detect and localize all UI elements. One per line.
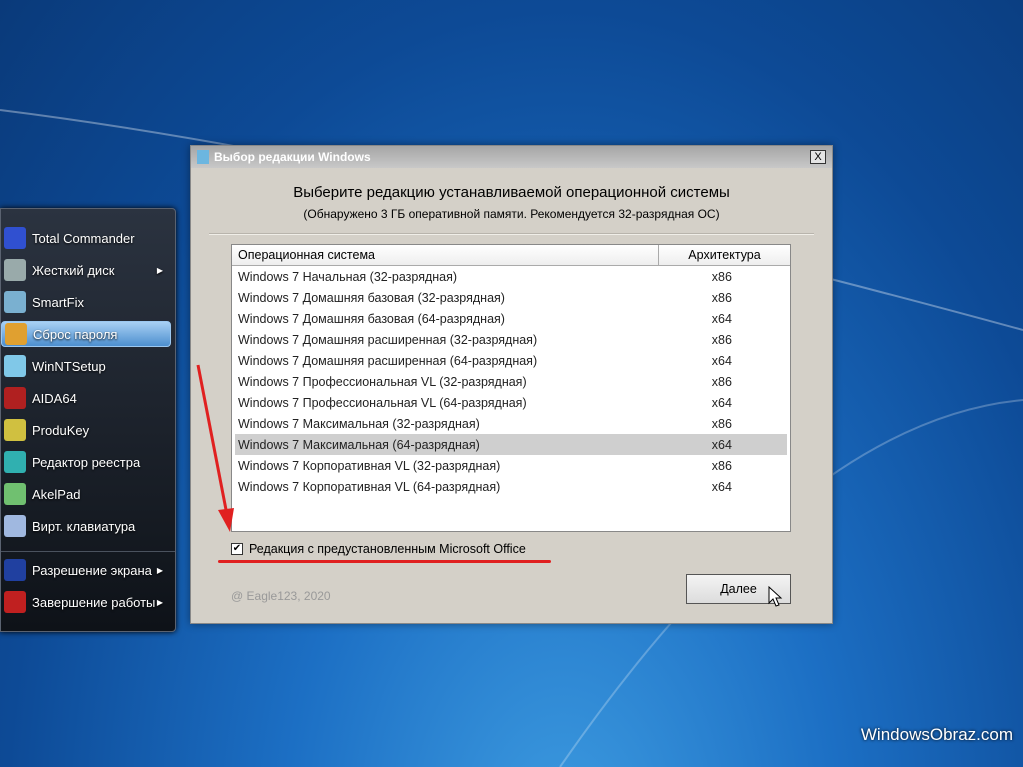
close-button[interactable]: X xyxy=(810,150,826,164)
os-name: Windows 7 Корпоративная VL (64-разрядная… xyxy=(238,479,501,494)
table-row[interactable]: Windows 7 Профессиональная VL (32-разряд… xyxy=(235,371,787,392)
table-row[interactable]: Windows 7 Домашняя базовая (64-разрядная… xyxy=(235,308,787,329)
arch: x64 xyxy=(711,395,732,410)
edition-dialog: Выбор редакции Windows X Выберите редакц… xyxy=(190,145,833,624)
os-name: Windows 7 Домашняя базовая (64-разрядная… xyxy=(238,311,505,326)
menu-item[interactable]: Жесткий диск ▶ xyxy=(1,257,171,283)
dialog-title: Выбор редакции Windows xyxy=(214,150,371,164)
notepad-icon xyxy=(4,483,26,505)
heading: Выберите редакцию устанавливаемой операц… xyxy=(293,184,730,201)
app-icon xyxy=(197,150,209,164)
hard-disk-icon xyxy=(4,259,26,281)
registry-icon xyxy=(4,451,26,473)
list-header: Операционная система Архитектура xyxy=(232,245,790,266)
menu-item-label: WinNTSetup xyxy=(32,358,106,374)
menu-item-label: Вирт. клавиатура xyxy=(32,518,136,534)
arch: x64 xyxy=(711,479,732,494)
menu-item-label: Редактор реестра xyxy=(32,454,141,470)
checkbox-label: Редакция с предустановленным Microsoft O… xyxy=(249,542,526,556)
arch: x64 xyxy=(711,437,732,452)
submenu-arrow-icon: ▶ xyxy=(156,597,163,607)
table-row[interactable]: Windows 7 Профессиональная VL (64-разряд… xyxy=(235,392,787,413)
menu-item[interactable]: Разрешение экрана ▶ xyxy=(1,557,171,583)
menu-separator xyxy=(1,551,175,552)
column-arch[interactable]: Архитектура xyxy=(659,245,790,265)
arch: x86 xyxy=(711,416,732,431)
os-name: Windows 7 Начальная (32-разрядная) xyxy=(238,269,458,284)
table-row[interactable]: Windows 7 Домашняя базовая (32-разрядная… xyxy=(235,287,787,308)
setup-icon xyxy=(4,355,26,377)
title-bar[interactable]: Выбор редакции Windows xyxy=(191,146,832,168)
menu-item[interactable]: AkelPad xyxy=(1,481,171,507)
menu-item[interactable]: WinNTSetup xyxy=(1,353,171,379)
table-row[interactable]: Windows 7 Корпоративная VL (32-разрядная… xyxy=(235,455,787,476)
menu-item-label: Сброс пароля xyxy=(33,326,118,342)
floppy-icon xyxy=(4,227,26,249)
menu-item-label: SmartFix xyxy=(32,294,84,310)
edition-list[interactable]: Операционная система Архитектура Windows… xyxy=(231,244,791,532)
os-name: Windows 7 Домашняя расширенная (64-разря… xyxy=(238,353,538,368)
checkbox-check-icon[interactable]: ✔ xyxy=(231,543,243,555)
table-row[interactable]: Windows 7 Корпоративная VL (64-разрядная… xyxy=(235,476,787,497)
table-row[interactable]: Windows 7 Домашняя расширенная (64-разря… xyxy=(235,350,787,371)
arch: x64 xyxy=(711,311,732,326)
arch: x64 xyxy=(711,353,732,368)
divider xyxy=(209,233,814,235)
column-os[interactable]: Операционная система xyxy=(232,245,659,265)
menu-item-label: ProduKey xyxy=(32,422,90,438)
menu-item-label: Total Commander xyxy=(32,230,135,246)
key-icon xyxy=(4,419,26,441)
keys-icon xyxy=(5,323,27,345)
aida64-icon xyxy=(4,387,26,409)
menu-item-label: Разрешение экрана xyxy=(32,562,152,578)
menu-item[interactable]: Завершение работы ▶ xyxy=(1,589,171,615)
arch: x86 xyxy=(711,458,732,473)
submenu-arrow-icon: ▶ xyxy=(156,265,163,275)
menu-item[interactable]: Сброс пароля xyxy=(1,321,171,347)
mouse-cursor-icon xyxy=(768,586,783,607)
os-name: Windows 7 Домашняя базовая (32-разрядная… xyxy=(238,290,505,305)
os-name: Windows 7 Профессиональная VL (32-разряд… xyxy=(238,374,527,389)
menu-item[interactable]: AIDA64 xyxy=(1,385,171,411)
start-menu: Total Commander Жесткий диск ▶ SmartFix Сбро… xyxy=(0,208,176,632)
os-name: Windows 7 Профессиональная VL (64-разряд… xyxy=(238,395,527,410)
os-name: Windows 7 Домашняя расширенная (32-разря… xyxy=(238,332,538,347)
table-row[interactable]: Windows 7 Начальная (32-разрядная) x86 xyxy=(235,266,787,287)
table-row[interactable]: Windows 7 Максимальная (32-разрядная) x86 xyxy=(235,413,787,434)
menu-item[interactable]: ProduKey xyxy=(1,417,171,443)
os-name: Windows 7 Корпоративная VL (32-разрядная… xyxy=(238,458,501,473)
arch: x86 xyxy=(711,332,732,347)
power-icon xyxy=(4,591,26,613)
submenu-arrow-icon: ▶ xyxy=(156,565,163,575)
table-row[interactable]: Windows 7 Домашняя расширенная (32-разря… xyxy=(235,329,787,350)
menu-item-label: Завершение работы xyxy=(32,594,156,610)
menu-item-label: Жесткий диск xyxy=(32,262,115,278)
arch: x86 xyxy=(711,374,732,389)
keyboard-icon xyxy=(4,515,26,537)
annotation-underline xyxy=(218,560,551,563)
folder-tools-icon xyxy=(4,291,26,313)
menu-item-label: AIDA64 xyxy=(32,390,77,406)
menu-item-label: AkelPad xyxy=(32,486,81,502)
menu-item[interactable]: Редактор реестра xyxy=(1,449,171,475)
monitor-icon xyxy=(4,559,26,581)
annotation-arrow-icon xyxy=(196,364,234,532)
table-row[interactable]: Windows 7 Максимальная (64-разрядная) x64 xyxy=(235,434,787,455)
copyright: @ Eagle123, 2020 xyxy=(231,589,331,603)
menu-item[interactable]: Вирт. клавиатура xyxy=(1,513,171,539)
watermark: WindowsObraz.com xyxy=(860,725,1013,744)
menu-item[interactable]: SmartFix xyxy=(1,289,171,315)
os-name: Windows 7 Максимальная (64-разрядная) xyxy=(238,437,480,452)
menu-item[interactable]: Total Commander xyxy=(1,225,171,251)
os-name: Windows 7 Максимальная (32-разрядная) xyxy=(238,416,480,431)
office-checkbox[interactable]: ✔ Редакция с предустановленным Microsoft … xyxy=(231,542,526,556)
arch: x86 xyxy=(711,290,732,305)
subheading: (Обнаружено 3 ГБ оперативной памяти. Рек… xyxy=(303,207,720,221)
arch: x86 xyxy=(711,269,732,284)
